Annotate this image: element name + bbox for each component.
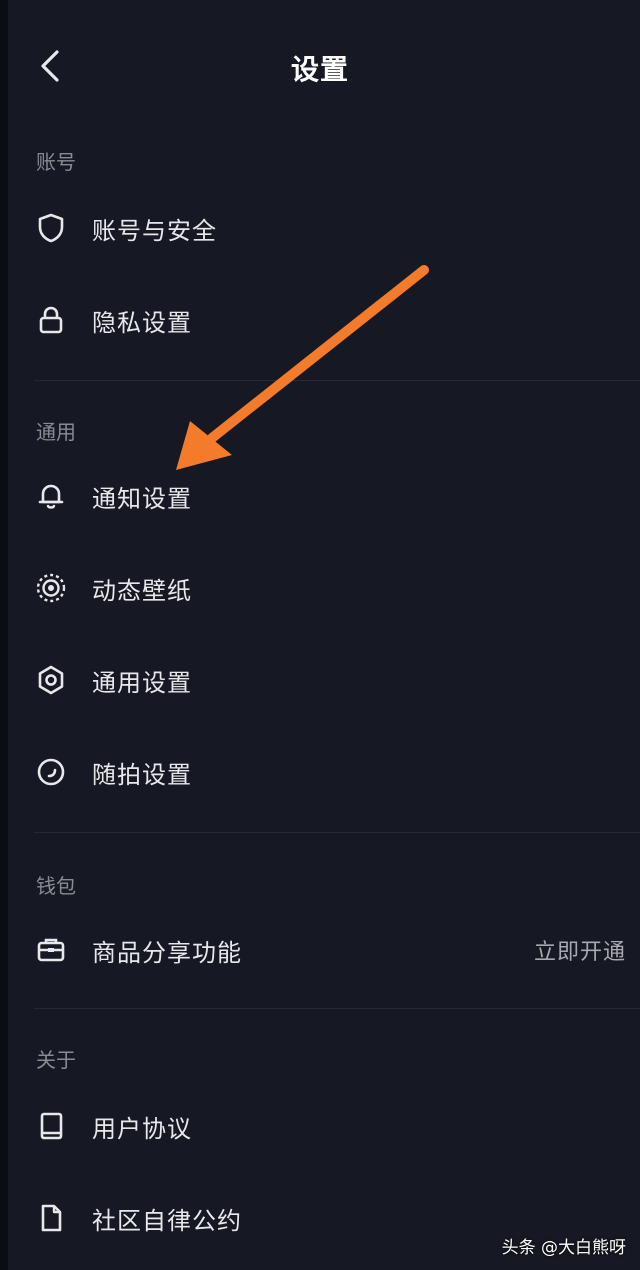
section-label-about: 关于 xyxy=(36,1048,76,1072)
snapshot-icon xyxy=(34,755,68,789)
settings-item-label: 社区自律公约 xyxy=(92,1206,242,1235)
section-label-general: 通用 xyxy=(36,420,76,444)
activate-now-link[interactable]: 立即开通 xyxy=(534,934,626,966)
page-title: 设置 xyxy=(290,53,349,86)
settings-item-notifications[interactable]: 通知设置 xyxy=(20,460,640,532)
watermark: 头条 @大白熊呀 xyxy=(501,1238,626,1258)
settings-item-label: 商品分享功能 xyxy=(92,938,242,967)
settings-item-privacy[interactable]: 隐私设置 xyxy=(20,284,640,356)
book-icon xyxy=(34,1109,68,1143)
settings-item-label: 账号与安全 xyxy=(92,216,217,245)
settings-screen: 设置 账号 账号与安全 隐私设置 通用 通知设置 动态壁纸 通用设置 随拍设置 … xyxy=(0,0,640,1270)
settings-item-label: 用户协议 xyxy=(92,1114,192,1143)
settings-item-label: 动态壁纸 xyxy=(92,576,192,605)
section-label-wallet: 钱包 xyxy=(36,874,76,898)
screen-edge xyxy=(0,0,8,1270)
briefcase-icon xyxy=(34,933,68,967)
annotation-arrow xyxy=(176,265,429,470)
section-label-account: 账号 xyxy=(36,150,76,174)
shield-icon xyxy=(34,211,68,245)
lock-icon xyxy=(34,303,68,337)
document-icon xyxy=(34,1201,68,1235)
settings-item-label: 隐私设置 xyxy=(92,308,192,337)
section-divider xyxy=(34,380,640,381)
section-divider xyxy=(34,832,640,833)
settings-item-label: 通用设置 xyxy=(92,668,192,697)
settings-item-live-wallpaper[interactable]: 动态壁纸 xyxy=(20,552,640,624)
bell-icon xyxy=(34,479,68,513)
settings-item-product-sharing[interactable]: 商品分享功能 立即开通 xyxy=(20,914,640,986)
settings-item-general[interactable]: 通用设置 xyxy=(20,644,640,716)
header: 设置 xyxy=(0,0,640,130)
settings-item-snapshot[interactable]: 随拍设置 xyxy=(20,736,640,808)
settings-item-user-agreement[interactable]: 用户协议 xyxy=(20,1090,640,1162)
settings-item-label: 通知设置 xyxy=(92,484,192,513)
live-wallpaper-icon xyxy=(34,571,68,605)
section-divider xyxy=(34,1008,640,1009)
settings-item-account-security[interactable]: 账号与安全 xyxy=(20,192,640,264)
settings-item-label: 随拍设置 xyxy=(92,760,192,789)
gear-icon xyxy=(34,663,68,697)
